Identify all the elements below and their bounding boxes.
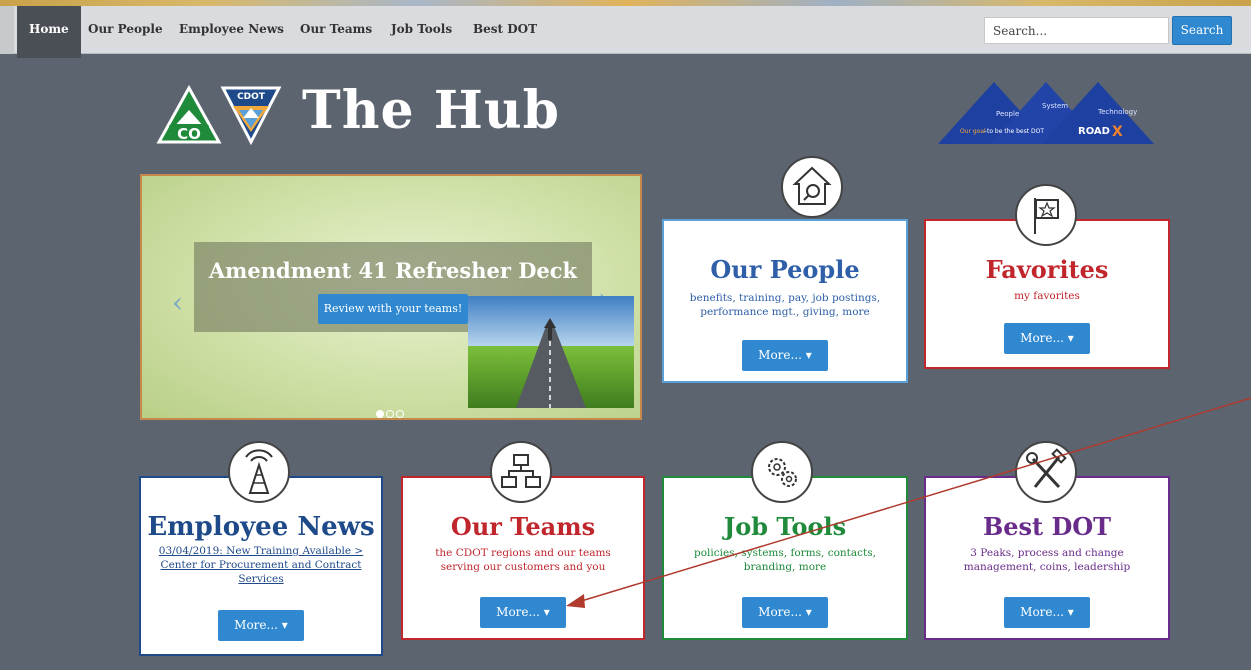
slide-title: Amendment 41 Refresher Deck — [208, 258, 578, 283]
carousel-indicators — [376, 403, 406, 422]
wrench-hammer-icon — [1015, 441, 1077, 503]
card-title: Favorites — [985, 255, 1109, 284]
nav-item-best-dot[interactable]: Best DOT — [473, 6, 537, 54]
nav-item-job-tools[interactable]: Job Tools — [391, 6, 452, 54]
more-button[interactable]: More... ▾ — [218, 610, 304, 641]
org-chart-icon — [490, 441, 552, 503]
navbar-edge — [0, 6, 14, 54]
card-description: the CDOT regions and our teams serving o… — [435, 547, 611, 573]
more-button[interactable]: More... ▾ — [1004, 597, 1090, 628]
roadx-logo[interactable]: People System Technology Our goal –to be… — [938, 80, 1154, 150]
card-title: Our People — [710, 255, 860, 284]
search-input[interactable]: Search... — [984, 17, 1169, 44]
star-flag-icon — [1015, 184, 1077, 246]
roadx-tagline-goal: Our goal — [960, 128, 986, 135]
card-title: Job Tools — [723, 512, 847, 541]
news-carousel[interactable]: Amendment 41 Refresher Deck ‹ › Review w… — [140, 174, 642, 420]
review-teams-button[interactable]: Review with your teams! — [318, 294, 468, 324]
card-description: policies, systems, forms, contacts, bran… — [694, 547, 876, 573]
top-navbar: Home Our People Employee News Our Teams … — [0, 6, 1251, 58]
road-arrow-image — [468, 296, 634, 408]
roadx-peak-people: People — [996, 110, 1019, 118]
more-button[interactable]: More... ▾ — [742, 597, 828, 628]
house-magnifier-icon — [781, 156, 843, 218]
carousel-dot[interactable] — [396, 410, 404, 418]
cdot-logo[interactable]: CO CDOT — [155, 84, 295, 152]
roadx-tagline: –to be the best DOT — [984, 128, 1044, 135]
more-button[interactable]: More... ▾ — [1004, 323, 1090, 354]
cdot-logo-text: CDOT — [237, 92, 266, 102]
card-description: benefits, training, pay, job postings, p… — [689, 292, 881, 318]
card-description: 3 Peaks, process and change management, … — [963, 547, 1131, 573]
more-button[interactable]: More... ▾ — [480, 597, 566, 628]
carousel-dot[interactable] — [376, 410, 384, 418]
card-our-people[interactable]: Our People benefits, training, pay, job … — [662, 219, 908, 383]
more-button[interactable]: More... ▾ — [742, 340, 828, 371]
news-link[interactable]: 03/04/2019: New Training Available > Cen… — [153, 544, 369, 586]
co-logo-text: CO — [177, 125, 201, 143]
roadx-peak-system: System — [1042, 102, 1068, 110]
nav-item-home[interactable]: Home — [17, 6, 81, 58]
roadx-brand: ROAD — [1078, 126, 1110, 137]
card-title: Best DOT — [982, 512, 1112, 541]
roadx-x: X — [1112, 124, 1123, 140]
nav-item-our-teams[interactable]: Our Teams — [300, 6, 372, 54]
roadx-peak-technology: Technology — [1097, 108, 1137, 116]
gears-icon — [751, 441, 813, 503]
card-title: Employee News — [147, 512, 375, 542]
nav-item-our-people[interactable]: Our People — [88, 6, 163, 54]
page-title: The Hub — [302, 80, 560, 141]
carousel-dot[interactable] — [386, 410, 394, 418]
search-button[interactable]: Search — [1172, 16, 1232, 45]
radio-tower-icon — [228, 441, 290, 503]
carousel-prev-icon[interactable]: ‹ — [172, 286, 183, 319]
card-description: my favorites — [1014, 290, 1080, 302]
card-title: Our Teams — [450, 512, 596, 541]
nav-item-employee-news[interactable]: Employee News — [179, 6, 284, 54]
